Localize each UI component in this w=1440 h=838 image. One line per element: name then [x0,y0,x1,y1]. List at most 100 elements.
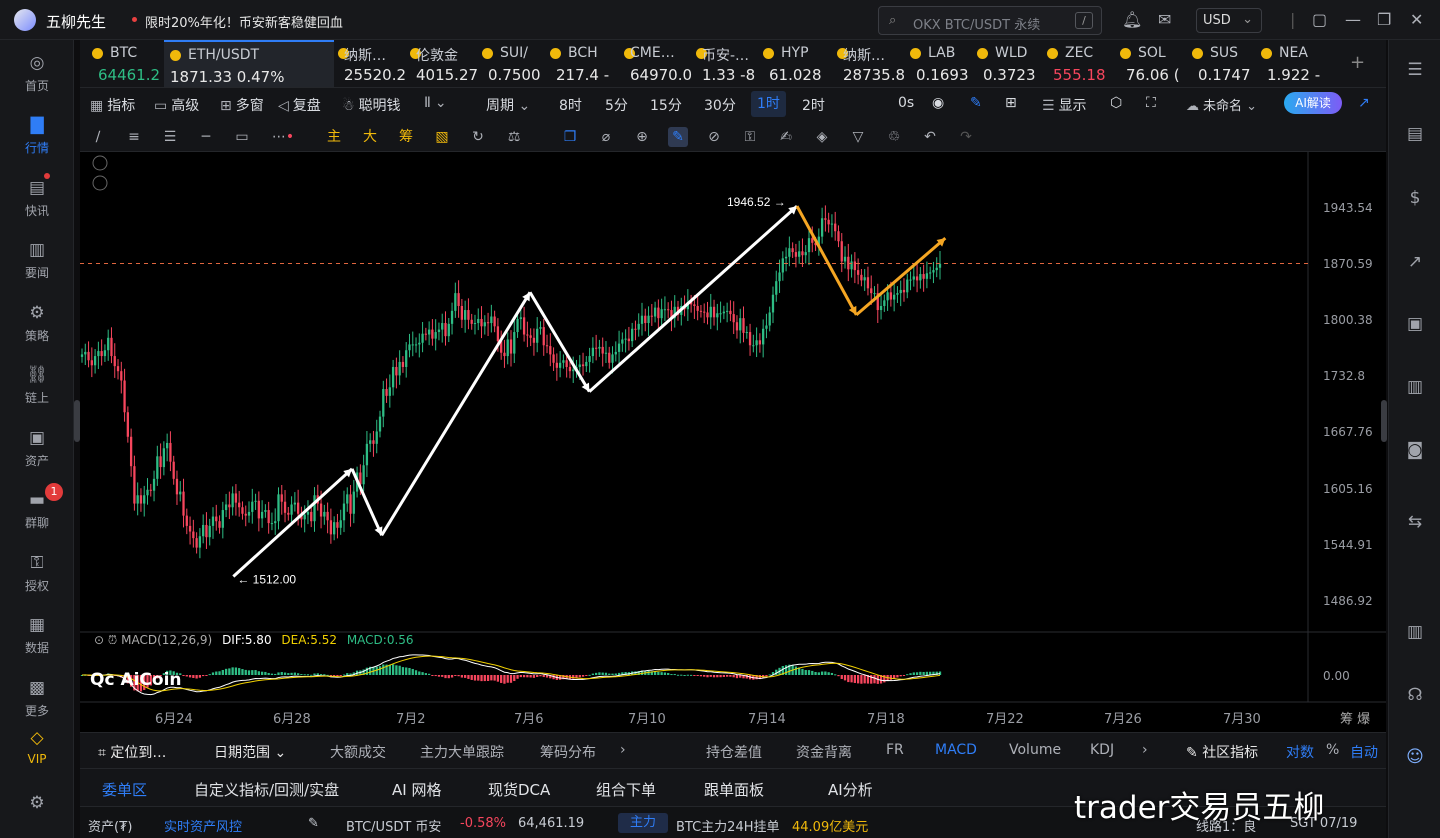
ticker-10[interactable]: LAB 0.1693 [910,40,974,87]
channel-tool-icon[interactable]: ≡ [124,127,144,147]
ticker-8[interactable]: HYP 61.028 [763,40,833,87]
eraser-icon[interactable]: ◈ [812,127,832,147]
ticker-15[interactable]: NEA 1.922 - [1261,40,1321,87]
list-icon[interactable]: ☰ [1389,60,1440,80]
promo-banner[interactable]: 限时20%年化！币安新客稳健回血 [145,12,343,31]
filter-icon[interactable]: ▽ [848,127,868,147]
interval-2h[interactable]: 2时 [802,95,825,115]
panel-handle-left[interactable] [74,400,80,442]
tab-ai-grid[interactable]: AI 网格 [392,779,441,800]
pip-icon[interactable]: ▢ [1312,10,1327,29]
nav-assets[interactable]: ▣ 资产 [0,427,74,469]
chevron-right-icon[interactable]: › [1142,742,1148,758]
ticker-4[interactable]: SUI/0.7500 [482,40,546,87]
sync-icon[interactable]: ↻ [468,127,488,147]
period-select[interactable]: 周期 ⌄ [486,95,534,115]
redo-icon[interactable]: ↷ [956,127,976,147]
edit-icon[interactable]: ✍ [776,127,796,147]
log-scale-toggle[interactable]: 对数 [1286,742,1314,762]
risk-control-link[interactable]: 实时资产风控 [164,816,242,835]
trend-chart-icon[interactable]: ↗ [1389,252,1440,272]
chevron-right-icon[interactable]: › [620,742,626,758]
close-icon[interactable]: ✕ [1410,10,1423,29]
nav-market[interactable]: ▇ 行情 [0,114,74,156]
trash-icon[interactable]: ♲ [884,127,904,147]
ticker-13[interactable]: SOL 76.06 ( [1120,40,1188,87]
ticker-7[interactable]: 币安-… 1.33 -8 [696,40,760,87]
ticker-0[interactable]: BTC 64461.2 [92,40,162,87]
robot-icon[interactable]: ◙ [1389,440,1440,460]
copy-icon[interactable]: ❐ [560,127,580,147]
ticker-6[interactable]: CME… 64970.0 [624,40,692,87]
tab-fr[interactable]: FR [886,742,904,758]
ticker-11[interactable]: WLD 0.3723 [977,40,1045,87]
nav-data[interactable]: ▦ 数据 [0,614,74,656]
ai-read-button[interactable]: AI解读 [1284,92,1342,114]
indicators-button[interactable]: ▦ 指标 [90,95,135,115]
zoom-icon[interactable]: ⊕ [632,127,652,147]
main-force-button[interactable]: 主 [324,127,344,147]
brush-icon[interactable]: ✎ [668,127,688,147]
add-panel-icon[interactable]: ⊞ [1005,95,1017,111]
tab-macd[interactable]: MACD [935,742,977,758]
tab-copy-trade[interactable]: 跟单面板 [704,779,764,800]
interval-5m[interactable]: 5分 [605,95,628,115]
mail-icon[interactable]: ✉ [1158,10,1171,29]
tab-spot-dca[interactable]: 现货DCA [488,779,550,800]
visibility-icon[interactable]: ⊘ [704,127,724,147]
nav-onchain[interactable]: ⛓ 链上 [0,364,74,406]
document-icon[interactable]: ▤ [1389,124,1440,144]
collapse-icon[interactable]: ⊙ [94,633,104,647]
tab-volume[interactable]: Volume [1009,742,1061,758]
ticker-9[interactable]: 纳斯… 28735.8 [837,40,905,87]
ticker-12[interactable]: ZEC 555.18 [1047,40,1117,87]
search-box[interactable]: ⌕ OKX BTC/USDT 永续 / [878,6,1102,35]
currency-select[interactable]: USD ⌄ [1196,8,1262,33]
etf-icon[interactable]: ▥ [1389,377,1440,397]
share-icon[interactable]: ↗ [1358,95,1370,111]
ticker-14[interactable]: SUS 0.1747 [1192,40,1258,87]
ruler-icon[interactable]: ⌀ [596,127,616,147]
fullscreen-icon[interactable]: ⛶ [1146,95,1156,111]
magnet-icon[interactable]: ⚖ [504,127,524,147]
smart-money-button[interactable]: ☃ 聪明钱 [342,95,401,115]
assistant-avatar[interactable]: ☺ [1389,747,1440,767]
nav-vip[interactable]: ◇ VIP [0,727,74,766]
interval-8h[interactable]: 8时 [559,95,582,115]
ray-tool-icon[interactable]: ─ [196,127,216,147]
ticker-5[interactable]: BCH 217.4 - [550,40,620,87]
chart-type-select[interactable]: Ⅱ ⌄ [424,95,451,111]
minimize-icon[interactable]: — [1345,10,1361,29]
restore-icon[interactable]: ❐ [1377,10,1391,29]
tab-large-trades[interactable]: 大额成交 [330,742,386,762]
layout-name-select[interactable]: ☁ 未命名 ⌄ [1186,95,1261,114]
percent-scale-toggle[interactable]: % [1326,742,1339,758]
interval-15m[interactable]: 15分 [650,95,682,115]
tab-chip-distribution[interactable]: 筹码分布 [540,742,596,762]
tab-kdj[interactable]: KDJ [1090,742,1114,758]
tab-custom-indicators[interactable]: 自定义指标/回测/实盘 [194,779,339,800]
nav-more[interactable]: ▩ 更多 [0,677,74,719]
alarm-icon[interactable]: ⏰︎ [108,633,117,647]
camera-icon[interactable]: ◉ [932,95,944,111]
more-tools-icon[interactable]: ⋯• [268,127,298,147]
price-chart[interactable]: ← 1512.00 1946.52 → 1943.54 1870.59 1800.… [74,152,1387,732]
nav-strategy[interactable]: ⚙ 策略 [0,302,74,344]
dollar-icon[interactable]: $ [1389,188,1440,208]
swap-icon[interactable]: ⇆ [1389,512,1440,532]
monitor-chart-icon[interactable]: ▣ [1389,314,1440,334]
ticker-3[interactable]: 伦敦金 4015.27 [410,40,478,87]
bell-icon[interactable]: 🔔︎ [1122,10,1142,29]
tab-fund-divergence[interactable]: 资金背离 [796,742,852,762]
rect-tool-icon[interactable]: ▭ [232,127,252,147]
line-tool-icon[interactable]: ∕ [88,127,108,147]
lock-icon[interactable]: ⚿ [740,127,760,147]
multi-window-button[interactable]: ⊞ 多窗 [220,95,264,115]
community-indicators-button[interactable]: ✎ 社区指标 [1186,742,1258,762]
ticker-2[interactable]: 纳斯… 25520.2 [338,40,406,87]
tab-main-order-track[interactable]: 主力大单跟踪 [420,742,504,762]
macd-legend[interactable]: ⊙ ⏰︎ MACD(12,26,9) DIF:5.80 DEA:5.52 MAC… [94,633,414,648]
hline-tool-icon[interactable]: ☰ [160,127,180,147]
nav-news-flash[interactable]: ▤ 快讯 [0,177,74,219]
draw-pen-icon[interactable]: ✎ [970,95,982,111]
